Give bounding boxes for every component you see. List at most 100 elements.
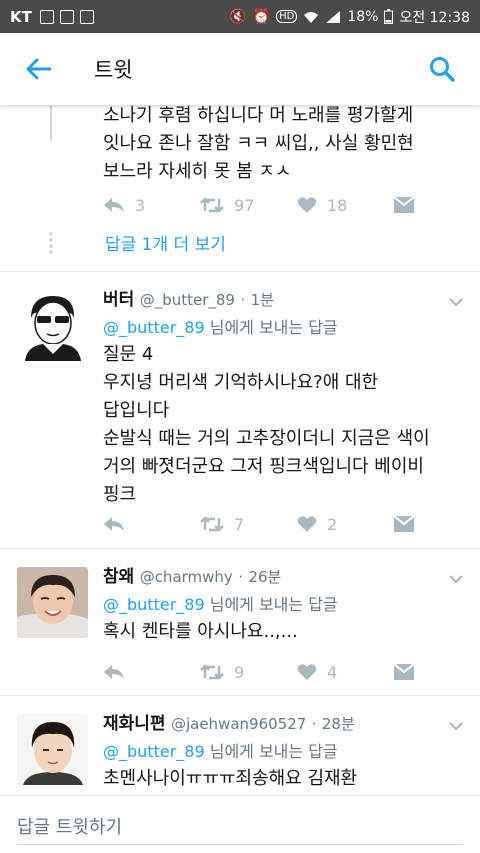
battery-level: 18% (347, 8, 379, 25)
reply-to-suffix: 님에게 보내는 답글 (209, 318, 338, 337)
page-title: 트윗 (94, 58, 133, 82)
tweet-text-line: 거의 빠졋더군요 그저 핑크색입니다 베이비 (103, 456, 424, 477)
reply-count: 3 (135, 195, 146, 215)
envelope-icon (394, 197, 414, 213)
heart-icon (297, 516, 317, 532)
retweet-count: 7 (234, 514, 245, 534)
reply-tweet[interactable]: 참왜 @charmwhy · 26분 @_butter_89 님에게 보내는 답… (0, 549, 480, 696)
tweet-text-line: 순발식 때는 거의 고추장이더니 지금은 색이 (103, 428, 430, 449)
display-name[interactable]: 버터 (103, 290, 134, 310)
reply-tweet[interactable]: 재화니편 @jaehwan960527 · 28분 @_butter_89 님에… (0, 696, 480, 795)
reply-context: @_butter_89 님에게 보내는 답글 (103, 316, 468, 340)
reply-context: @_butter_89 님에게 보내는 답글 (103, 740, 468, 764)
tweet-header: 참왜 @charmwhy · 26분 (103, 567, 282, 587)
tweet-header: 재화니편 @jaehwan960527 · 28분 (103, 714, 355, 734)
reply-icon (104, 517, 124, 531)
tweet-text-line: 핑크 (103, 484, 137, 505)
reply-context: @_butter_89 님에게 보내는 답글 (103, 593, 468, 617)
status-bar: KT 🔇 ⏰ HD 18% 오전 12:38 (0, 0, 480, 33)
avatar[interactable] (17, 714, 88, 785)
smiling-boy-avatar-icon (17, 567, 88, 638)
reply-action[interactable] (103, 516, 200, 532)
input-underline (17, 844, 463, 845)
like-count: 18 (327, 195, 348, 215)
retweet-count: 97 (234, 195, 255, 215)
like-action[interactable]: 4 (297, 663, 394, 682)
user-handle[interactable]: @jaehwan960527 (171, 715, 306, 733)
reply-icon (104, 665, 124, 679)
thread-dots (49, 231, 53, 255)
timestamp: 1분 (250, 291, 274, 309)
tweet-text-line: 잇나요 존나 잘함 ㅋㅋ 씨입,, 사실 황민현 (103, 133, 414, 154)
reply-action[interactable] (103, 664, 200, 680)
reply-to-suffix: 님에게 보내는 답글 (209, 742, 338, 761)
tweet-thread[interactable]: 소나기 후렴 하십니다 머 노래를 평가할게 잇나요 존나 잘함 ㅋㅋ 씨입,,… (0, 105, 480, 795)
parent-tweet[interactable]: 소나기 후렴 하십니다 머 노래를 평가할게 잇나요 존나 잘함 ㅋㅋ 씨입,,… (0, 105, 480, 272)
retweet-action[interactable]: 97 (200, 196, 297, 215)
alarm-icon: ⏰ (252, 8, 271, 25)
heart-icon (297, 664, 317, 680)
notification-icon (79, 9, 94, 24)
hd-icon: HD (276, 10, 298, 23)
reply-action[interactable]: 3 (103, 196, 200, 215)
like-count: 4 (327, 662, 338, 682)
avatar[interactable] (17, 290, 88, 361)
reply-to-handle[interactable]: @_butter_89 (103, 742, 205, 761)
more-replies-link[interactable]: 답글 1개 더 보기 (105, 230, 226, 255)
reply-to-handle[interactable]: @_butter_89 (103, 318, 205, 337)
reply-tweet[interactable]: 버터 @_butter_89 · 1분 @_butter_89 님에게 보내는 … (0, 272, 480, 549)
tweet-text-line: 보느라 자세히 못 봄 ㅈㅅ (103, 161, 292, 182)
signal-icon (326, 10, 341, 23)
boy-portrait-avatar-icon (17, 714, 88, 785)
retweet-action[interactable]: 7 (200, 515, 297, 534)
retweet-count: 9 (234, 662, 245, 682)
carrier-label: KT (10, 7, 32, 26)
thread-line (50, 105, 52, 141)
dm-action[interactable] (394, 197, 414, 213)
display-name[interactable]: 재화니편 (103, 714, 166, 734)
notification-icons (39, 9, 94, 24)
sunglasses-man-avatar-icon (17, 290, 88, 361)
search-icon (430, 57, 455, 82)
retweet-icon (200, 516, 224, 532)
search-button[interactable] (422, 49, 462, 89)
retweet-icon (200, 197, 224, 213)
clock: 오전 12:38 (399, 9, 470, 26)
tweet-text-line: 혹시 켄타를 아시나요..,... (103, 621, 298, 642)
tweet-header: 버터 @_butter_89 · 1분 (103, 290, 274, 310)
user-handle[interactable]: @charmwhy (140, 568, 233, 586)
back-arrow-icon (26, 58, 51, 80)
dm-action[interactable] (394, 516, 414, 532)
like-count: 2 (327, 514, 338, 534)
retweet-action[interactable]: 9 (200, 663, 297, 682)
display-name[interactable]: 참왜 (103, 567, 134, 587)
reply-input-placeholder[interactable]: 답글 트윗하기 (17, 813, 122, 839)
tweet-text-line: 우지녕 머리색 기억하시나요?애 대한 (103, 372, 379, 393)
heart-icon (297, 197, 317, 213)
dm-action[interactable] (394, 664, 414, 680)
wifi-icon (304, 11, 319, 23)
like-action[interactable]: 18 (297, 196, 394, 215)
avatar[interactable] (17, 567, 88, 638)
timestamp: 26분 (248, 568, 282, 586)
reply-to-suffix: 님에게 보내는 답글 (209, 595, 338, 614)
envelope-icon (394, 516, 414, 532)
back-button[interactable] (18, 49, 58, 89)
tweet-text-line: 질문 4 (103, 344, 154, 365)
like-action[interactable]: 2 (297, 515, 394, 534)
tweet-text-line: 초멘사나이ㅠㅠㅠ죄송해요 김재환 (103, 768, 358, 789)
tweet-text-line: 답입니다 (103, 400, 170, 421)
app-bar: 트윗 (0, 33, 480, 105)
timestamp: 28분 (321, 715, 355, 733)
envelope-icon (394, 664, 414, 680)
reply-to-handle[interactable]: @_butter_89 (103, 595, 205, 614)
notification-icon (59, 9, 74, 24)
tweet-text-line: 소나기 후렴 하십니다 머 노래를 평가할게 (103, 105, 414, 126)
notification-icon (39, 9, 54, 24)
retweet-icon (200, 664, 224, 680)
reply-composer[interactable]: 답글 트윗하기 (0, 795, 480, 853)
reply-icon (104, 198, 124, 212)
battery-icon (384, 9, 394, 24)
mute-icon: 🔇 (229, 8, 247, 25)
user-handle[interactable]: @_butter_89 (140, 291, 235, 309)
